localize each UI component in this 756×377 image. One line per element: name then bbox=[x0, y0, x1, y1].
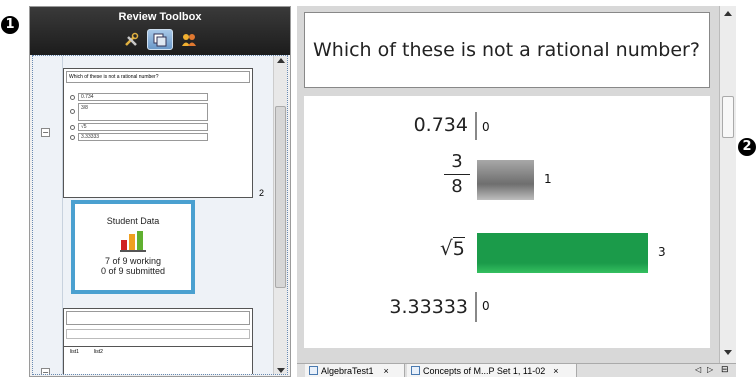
review-toolbox-panel: Review Toolbox − − Which of these is not… bbox=[29, 6, 291, 377]
tree-strip: − − bbox=[33, 56, 63, 374]
fraction-numerator: 3 bbox=[444, 150, 470, 175]
toolbox-title: Review Toolbox bbox=[118, 11, 202, 23]
working-count: 7 of 9 working bbox=[104, 256, 162, 266]
bar-chart-icon bbox=[120, 231, 146, 252]
thumb-entry-line bbox=[66, 329, 250, 339]
tab-prev-icon[interactable]: ◁ bbox=[695, 365, 701, 374]
category-label-1: 3 8 bbox=[444, 150, 470, 199]
tab-algebratest1[interactable]: AlgebraTest1 × bbox=[305, 364, 405, 377]
callout-2: 2 bbox=[738, 138, 756, 156]
class-icon bbox=[182, 33, 196, 46]
scroll-up-icon[interactable] bbox=[724, 11, 732, 16]
scroll-thumb[interactable] bbox=[722, 96, 734, 138]
student-data-title: Student Data bbox=[106, 216, 160, 226]
tab-concepts[interactable]: Concepts of M...P Set 1, 11-02 × bbox=[407, 364, 577, 377]
list-col-1: list1 bbox=[70, 349, 79, 355]
radio-icon bbox=[70, 135, 75, 140]
expander-icon[interactable]: − bbox=[41, 368, 50, 374]
thumb-entry-line bbox=[66, 311, 250, 325]
document-icon bbox=[411, 366, 420, 375]
scroll-down-icon[interactable] bbox=[277, 368, 285, 373]
scroll-up-icon[interactable] bbox=[277, 58, 285, 63]
tab-label: Concepts of M...P Set 1, 11-02 bbox=[423, 365, 546, 376]
thumb-option: √5 bbox=[78, 123, 208, 131]
fraction-denominator: 8 bbox=[451, 176, 463, 197]
tab-next-icon[interactable]: ▷ bbox=[707, 365, 713, 374]
class-button[interactable] bbox=[176, 29, 202, 50]
student-data-card[interactable]: Student Data 7 of 9 working 0 of 9 submi… bbox=[71, 200, 195, 294]
question-page-thumbnail[interactable]: Which of these is not a rational number?… bbox=[63, 68, 253, 198]
question-text: Which of these is not a rational number? bbox=[313, 39, 700, 61]
document-view: Which of these is not a rational number?… bbox=[297, 6, 736, 363]
question-box: Which of these is not a rational number? bbox=[304, 12, 710, 88]
submitted-count: 0 of 9 submitted bbox=[100, 266, 166, 276]
page-number: 2 bbox=[259, 188, 265, 198]
bar-count-2: 3 bbox=[658, 245, 666, 259]
category-label-2: √5 bbox=[440, 236, 465, 260]
radicand: 5 bbox=[452, 237, 465, 260]
thumb-option: 3/8 bbox=[78, 103, 208, 121]
page-sorter-icon bbox=[153, 33, 167, 46]
axis-segment bbox=[475, 112, 477, 140]
toolbox-header: Review Toolbox bbox=[30, 7, 290, 55]
callout-1: 1 bbox=[1, 16, 19, 34]
category-label-0: 0.734 bbox=[413, 114, 468, 136]
thumb-prompt: Which of these is not a rational number? bbox=[66, 71, 250, 83]
sqrt-icon: √ bbox=[440, 236, 453, 260]
thumb-option: 3.33333 bbox=[78, 133, 208, 141]
tools-icon bbox=[125, 32, 139, 46]
axis-segment bbox=[475, 292, 477, 322]
list-col-2: list2 bbox=[94, 349, 103, 355]
close-icon[interactable]: × bbox=[384, 366, 389, 376]
bar-count-0: 0 bbox=[482, 120, 490, 134]
document-tab-bar: AlgebraTest1 × Concepts of M...P Set 1, … bbox=[297, 363, 736, 377]
left-scrollbar[interactable] bbox=[273, 56, 287, 374]
right-scrollbar[interactable] bbox=[719, 6, 736, 363]
page-sorter-pane: − − Which of these is not a rational num… bbox=[32, 55, 288, 375]
bar-count-1: 1 bbox=[544, 172, 552, 186]
scroll-down-icon[interactable] bbox=[724, 350, 732, 355]
lists-page-thumbnail[interactable]: list1 list2 bbox=[63, 346, 253, 374]
scroll-thumb[interactable] bbox=[275, 106, 286, 288]
thumb-option: 0.734 bbox=[78, 93, 208, 101]
bar-2[interactable] bbox=[477, 233, 648, 273]
expander-icon[interactable]: − bbox=[41, 128, 50, 137]
tab-menu-icon[interactable]: ⊟ bbox=[721, 364, 729, 375]
radio-icon bbox=[70, 95, 75, 100]
results-graph: 0.734 3 8 √5 3.33333 0 1 3 0 bbox=[304, 96, 710, 348]
page-sorter-button[interactable] bbox=[147, 29, 173, 50]
category-label-3: 3.33333 bbox=[389, 296, 468, 318]
bar-1[interactable] bbox=[477, 160, 534, 200]
bar-count-3: 0 bbox=[482, 299, 490, 313]
tools-button[interactable] bbox=[118, 29, 144, 50]
document-icon bbox=[309, 366, 318, 375]
radio-icon bbox=[70, 125, 75, 130]
close-icon[interactable]: × bbox=[553, 366, 558, 376]
tab-label: AlgebraTest1 bbox=[321, 365, 374, 376]
radio-icon bbox=[70, 109, 75, 114]
